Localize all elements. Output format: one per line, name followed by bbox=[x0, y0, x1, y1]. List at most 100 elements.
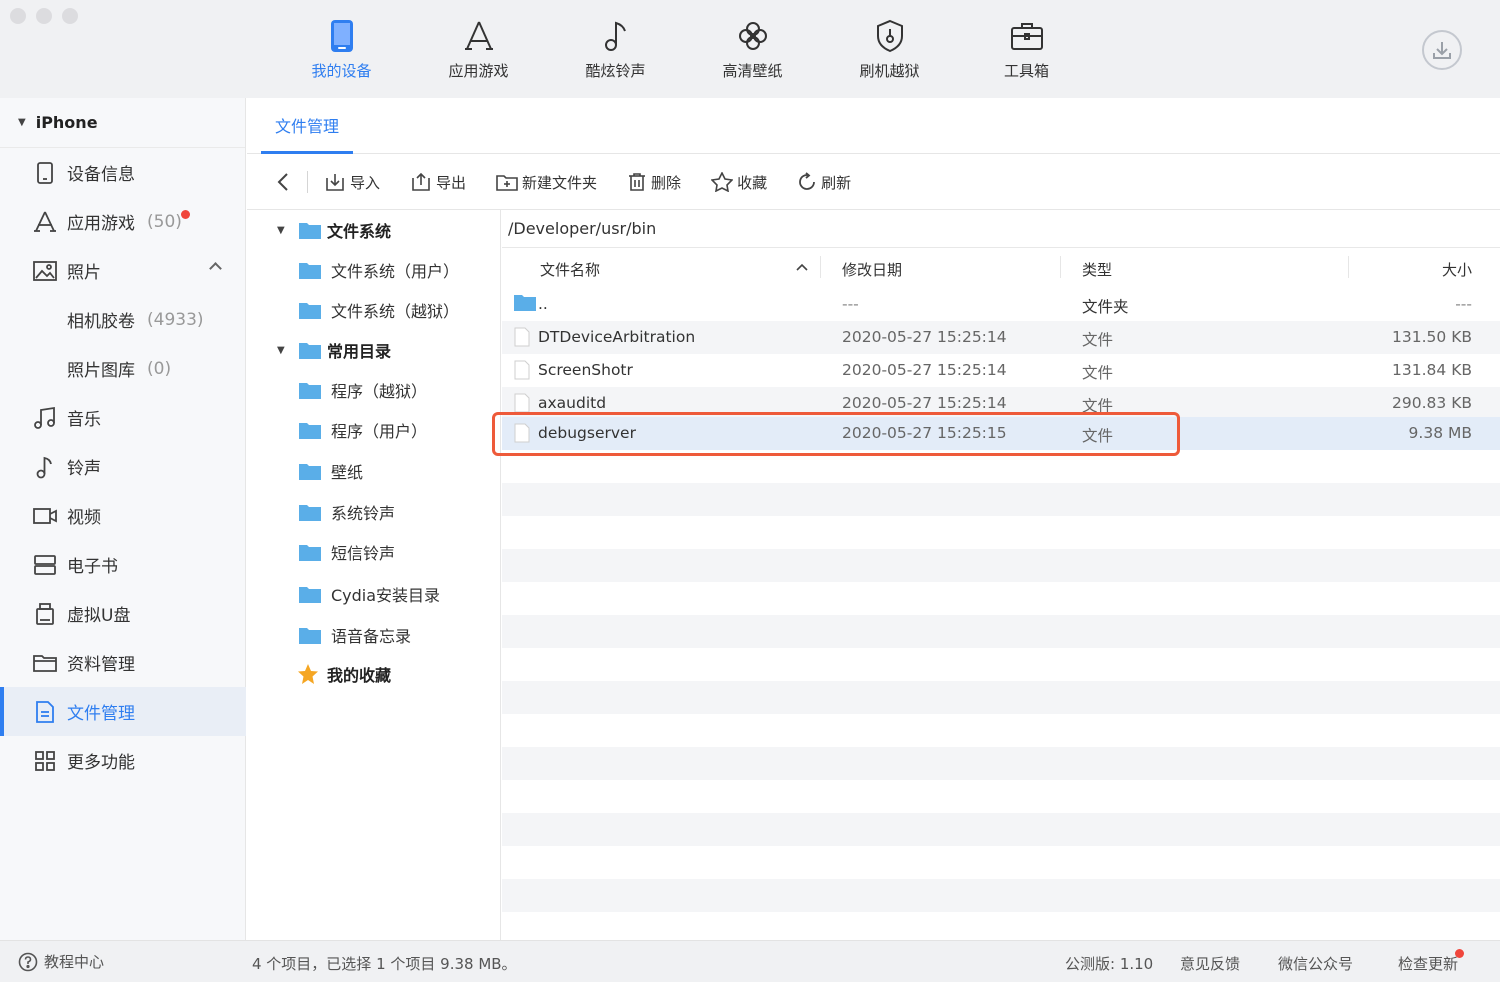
refresh-icon bbox=[799, 172, 815, 190]
sidebar-item-label: 照片图库 bbox=[67, 361, 135, 381]
shield-icon bbox=[821, 16, 958, 56]
sidebar-item-data-management[interactable]: 资料管理 bbox=[0, 638, 246, 687]
tree-item-filesystem[interactable]: ▼ 文件系统 bbox=[247, 210, 501, 250]
minimize-window-button[interactable] bbox=[36, 8, 52, 24]
title-bar: 我的设备 应用游戏 酷炫铃声 高清壁纸 刷机越狱 工具箱 bbox=[0, 0, 1500, 98]
check-update-link[interactable]: 检查更新 bbox=[1398, 949, 1465, 974]
empty-row bbox=[502, 615, 1500, 648]
nav-jailbreak[interactable]: 刷机越狱 bbox=[821, 16, 958, 81]
nav-wallpapers[interactable]: 高清壁纸 bbox=[684, 16, 821, 81]
nav-toolbox[interactable]: 工具箱 bbox=[958, 16, 1095, 81]
sidebar-item-virtual-usb[interactable]: 虚拟U盘 bbox=[0, 589, 246, 638]
nav-label: 刷机越狱 bbox=[859, 62, 920, 80]
expand-triangle-icon[interactable]: ▼ bbox=[277, 225, 285, 236]
tree-item-cydia[interactable]: Cydia安装目录 bbox=[247, 574, 501, 614]
tree-item-system-ringtones[interactable]: 系统铃声 bbox=[247, 492, 501, 532]
column-divider bbox=[1348, 256, 1349, 278]
refresh-button[interactable]: 刷新 bbox=[797, 172, 851, 193]
device-header[interactable]: ▼ iPhone bbox=[0, 98, 245, 148]
tree-item-apps-jailbreak[interactable]: 程序（越狱） bbox=[247, 370, 501, 410]
selection-highlight-box bbox=[492, 412, 1180, 456]
sidebar-item-music[interactable]: 音乐 bbox=[0, 393, 246, 442]
folder-icon bbox=[33, 651, 57, 675]
tutorial-center-link[interactable]: 教程中心 bbox=[18, 951, 104, 972]
empty-row bbox=[502, 813, 1500, 846]
usb-drive-icon bbox=[33, 602, 57, 626]
table-row[interactable]: ScreenShotr 2020-05-27 15:25:14 文件 131.8… bbox=[502, 354, 1500, 387]
sidebar-item-label: 设备信息 bbox=[67, 165, 135, 185]
column-header: 文件名称 修改日期 类型 大小 bbox=[502, 248, 1500, 288]
new-folder-icon bbox=[496, 175, 518, 191]
nav-label: 工具箱 bbox=[1003, 62, 1049, 80]
nav-my-device[interactable]: 我的设备 bbox=[273, 16, 410, 81]
folder-icon bbox=[299, 628, 321, 644]
chevron-up-icon[interactable] bbox=[209, 262, 222, 275]
empty-row bbox=[502, 681, 1500, 714]
column-type[interactable]: 类型 bbox=[1082, 259, 1112, 280]
video-icon bbox=[33, 504, 57, 528]
tree-item-filesystem-user[interactable]: 文件系统（用户） bbox=[247, 250, 501, 290]
delete-button[interactable]: 删除 bbox=[627, 172, 681, 193]
folder-icon bbox=[514, 295, 536, 311]
sidebar-item-ringtones[interactable]: 铃声 bbox=[0, 442, 246, 491]
sidebar-item-more-features[interactable]: 更多功能 bbox=[0, 736, 246, 785]
column-date[interactable]: 修改日期 bbox=[842, 259, 902, 280]
folder-icon bbox=[299, 383, 321, 399]
folder-icon bbox=[299, 587, 321, 603]
photo-icon bbox=[33, 259, 57, 283]
device-name: iPhone bbox=[35, 113, 98, 132]
sidebar-item-label: 文件管理 bbox=[67, 704, 135, 724]
file-icon bbox=[33, 700, 57, 724]
column-divider bbox=[1060, 256, 1061, 278]
close-window-button[interactable] bbox=[10, 8, 26, 24]
grid-icon bbox=[33, 749, 57, 773]
tree-item-wallpaper[interactable]: 壁纸 bbox=[247, 451, 501, 491]
import-icon bbox=[326, 174, 344, 191]
wechat-link[interactable]: 微信公众号 bbox=[1278, 953, 1353, 974]
sidebar-item-video[interactable]: 视频 bbox=[0, 491, 246, 540]
folder-icon bbox=[299, 545, 321, 561]
tree-item-favorites[interactable]: 我的收藏 bbox=[247, 654, 501, 694]
tree-item-apps-user[interactable]: 程序（用户） bbox=[247, 410, 501, 450]
tree-item-voice-memos[interactable]: 语音备忘录 bbox=[247, 615, 501, 655]
new-folder-button[interactable]: 新建文件夹 bbox=[496, 172, 597, 193]
download-button[interactable] bbox=[1422, 30, 1462, 70]
folder-icon bbox=[299, 464, 321, 480]
expand-triangle-icon[interactable]: ▼ bbox=[277, 345, 285, 356]
sidebar-item-file-management[interactable]: 文件管理 bbox=[0, 687, 246, 736]
table-row[interactable]: DTDeviceArbitration 2020-05-27 15:25:14 … bbox=[502, 321, 1500, 354]
table-row[interactable]: .. --- 文件夹 --- bbox=[502, 288, 1500, 321]
export-button[interactable]: 导出 bbox=[410, 172, 466, 193]
nav-apps-games[interactable]: 应用游戏 bbox=[410, 16, 547, 81]
file-icon bbox=[514, 360, 530, 380]
sidebar-item-ebooks[interactable]: 电子书 bbox=[0, 540, 246, 589]
tree-item-sms-ringtones[interactable]: 短信铃声 bbox=[247, 532, 501, 572]
empty-row bbox=[502, 747, 1500, 780]
nav-ringtones[interactable]: 酷炫铃声 bbox=[547, 16, 684, 81]
column-size[interactable]: 大小 bbox=[1442, 259, 1472, 280]
back-button[interactable] bbox=[269, 168, 297, 196]
tab-file-management[interactable]: 文件管理 bbox=[261, 98, 353, 154]
tree-item-common-dirs[interactable]: ▼ 常用目录 bbox=[247, 330, 501, 370]
feedback-link[interactable]: 意见反馈 bbox=[1180, 953, 1240, 974]
sort-ascending-icon[interactable] bbox=[796, 263, 808, 271]
sidebar-item-label: 相机胶卷 bbox=[67, 312, 135, 332]
photo-library-count: (0) bbox=[147, 358, 172, 379]
maximize-window-button[interactable] bbox=[62, 8, 78, 24]
sidebar-item-photos[interactable]: 照片 bbox=[0, 246, 246, 295]
import-button[interactable]: 导入 bbox=[324, 172, 380, 193]
sidebar-item-camera-roll[interactable]: 相机胶卷 (4933) bbox=[0, 295, 246, 344]
selection-summary: 4 个项目，已选择 1 个项目 9.38 MB。 bbox=[252, 955, 517, 973]
tree-item-filesystem-jailbreak[interactable]: 文件系统（越狱） bbox=[247, 290, 501, 330]
folder-icon bbox=[299, 343, 321, 359]
sidebar: ▼ iPhone 设备信息 应用游戏 (50) 照片 相机胶卷 (4933) 照… bbox=[0, 98, 246, 940]
folder-icon bbox=[299, 303, 321, 319]
sidebar-item-apps[interactable]: 应用游戏 (50) bbox=[0, 197, 246, 246]
sidebar-item-photo-library[interactable]: 照片图库 (0) bbox=[0, 344, 246, 393]
star-icon bbox=[711, 172, 734, 192]
favorite-button[interactable]: 收藏 bbox=[711, 172, 767, 193]
column-name[interactable]: 文件名称 bbox=[540, 259, 600, 280]
file-list-pane: /Developer/usr/bin 文件名称 修改日期 类型 大小 .. --… bbox=[492, 210, 1500, 940]
camera-roll-count: (4933) bbox=[147, 309, 204, 330]
sidebar-item-device-info[interactable]: 设备信息 bbox=[0, 148, 246, 197]
